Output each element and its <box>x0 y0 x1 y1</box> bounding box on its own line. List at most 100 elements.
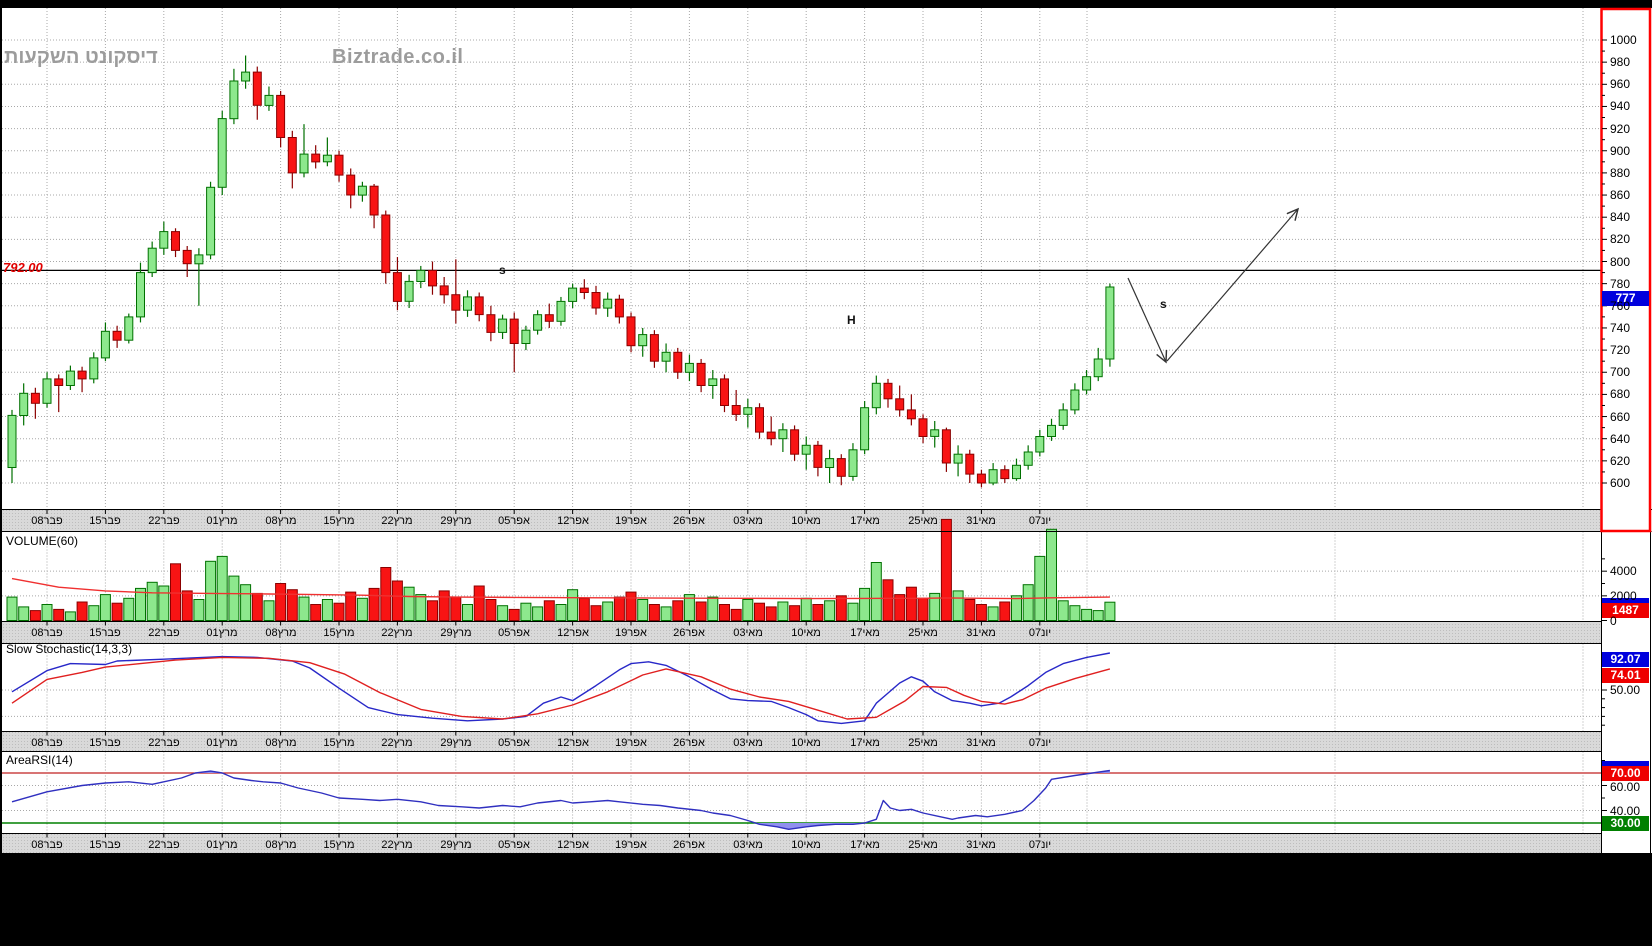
volume-bar <box>158 585 170 621</box>
volume-bar <box>952 590 964 622</box>
volume-bar <box>403 586 415 622</box>
price-tick-label: 600 <box>1610 476 1631 490</box>
rsi-panel-label: AreaRSI(14) <box>6 753 73 767</box>
candle-down <box>428 269 437 287</box>
x-axis-label: 10מאי <box>791 515 821 527</box>
candle-down <box>614 298 624 318</box>
volume-bar <box>310 604 322 621</box>
x-axis-label: 22פבר <box>148 737 180 749</box>
x-axis-label: 22מרץ <box>381 627 413 639</box>
volume-bar <box>532 606 544 622</box>
x-axis-label: 26אפר <box>673 839 705 851</box>
candle-up <box>930 429 940 437</box>
candle-up <box>147 247 157 274</box>
x-axis-label: 26אפר <box>673 627 705 639</box>
volume-bar <box>812 604 824 621</box>
candle-up <box>1023 451 1033 466</box>
candle-up <box>463 296 472 311</box>
candle-up <box>229 80 239 120</box>
price-tick-label: 780 <box>1610 277 1631 291</box>
volume-bar <box>1034 555 1046 622</box>
candle-down <box>895 398 905 411</box>
candle-down <box>182 249 192 265</box>
left-border <box>0 8 2 853</box>
x-axis-label: 01מרץ <box>206 515 238 527</box>
volume-bar <box>88 605 100 622</box>
volume-bar <box>975 604 987 621</box>
x-axis-label: 31מאי <box>966 515 996 527</box>
candle-down <box>439 285 449 296</box>
x-axis-label: 01מרץ <box>206 839 238 851</box>
volume-bar <box>520 602 532 622</box>
x-axis-label: 22מרץ <box>381 737 413 749</box>
x-axis-label: 15מרץ <box>323 627 355 639</box>
candle-up <box>136 272 145 318</box>
volume-bar <box>391 580 403 621</box>
candle-up <box>638 334 648 347</box>
candle-up <box>42 378 52 404</box>
volume-panel-label: VOLUME(60) <box>6 534 79 548</box>
x-axis-label: 08פבר <box>31 627 63 639</box>
volume-bar <box>76 601 88 621</box>
candle-up <box>322 154 332 163</box>
candle-down <box>965 453 975 475</box>
price-tick-label: 840 <box>1610 210 1631 224</box>
x-axis-label: 25מאי <box>908 515 938 527</box>
volume-bar <box>660 606 672 622</box>
candle-down <box>579 287 589 294</box>
volume-bar <box>427 600 438 621</box>
price-tick-label: 700 <box>1610 365 1631 379</box>
volume-bar <box>216 555 228 622</box>
volume-bar <box>473 585 485 621</box>
annotation-s2: s <box>1160 297 1167 311</box>
price-tick-label: 740 <box>1610 321 1631 335</box>
candle-down <box>346 174 356 196</box>
candle-up <box>217 118 227 188</box>
candle-down <box>171 231 180 251</box>
price-tick-label: 660 <box>1610 410 1631 424</box>
candle-down <box>369 185 379 216</box>
x-axis-label: 05אפר <box>498 627 530 639</box>
x-axis-label: 22מרץ <box>381 839 413 851</box>
chart-window: דיסקונט השקעות Biztrade.co.il VOLUME(60)… <box>0 0 1652 946</box>
candle-down <box>509 318 519 345</box>
candle-down <box>976 473 986 484</box>
volume-bar <box>368 587 380 622</box>
candle-up <box>498 318 508 333</box>
x-axis-label: 31מאי <box>966 839 996 851</box>
volume-bar <box>438 590 450 622</box>
candle-down <box>813 444 823 468</box>
x-axis-label: 07יונ <box>1028 737 1052 749</box>
x-axis-label: 17מאי <box>850 515 880 527</box>
candle-up <box>7 414 17 468</box>
stoch-d-badge: 74.01 <box>1602 668 1649 683</box>
candle-up <box>871 382 881 409</box>
volume-bar <box>800 597 812 621</box>
volume-bar <box>1092 610 1104 621</box>
x-axis-label: 07יונ <box>1028 627 1052 639</box>
x-axis-label: 15מרץ <box>323 737 355 749</box>
candle-down <box>906 409 916 420</box>
price-tick-label: 680 <box>1610 387 1631 401</box>
price-tick-label: 940 <box>1610 99 1631 113</box>
x-axis-label: 22מרץ <box>381 515 413 527</box>
x-axis-label: 05אפר <box>498 839 530 851</box>
volume-bar <box>590 605 602 622</box>
x-axis-label: 08פבר <box>31 737 63 749</box>
candle-down <box>392 272 402 302</box>
stochastic-panel-label: Slow Stochastic(14,3,3) <box>6 642 133 656</box>
x-axis-label: 26אפר <box>673 737 705 749</box>
chart-canvas[interactable] <box>0 0 1652 946</box>
volume-bar <box>625 591 637 621</box>
candle-up <box>416 269 426 282</box>
volume-bar <box>987 606 999 622</box>
x-axis-label: 01מרץ <box>206 627 238 639</box>
annotation-s1: s <box>499 263 506 277</box>
candle-down <box>626 316 636 347</box>
price-tick-label: 640 <box>1610 432 1631 446</box>
top-bar <box>0 0 1652 8</box>
volume-bar <box>193 599 205 621</box>
stoch-k-badge: 92.07 <box>1602 652 1649 667</box>
volume-bar <box>205 560 217 621</box>
volume-bar <box>6 596 18 621</box>
